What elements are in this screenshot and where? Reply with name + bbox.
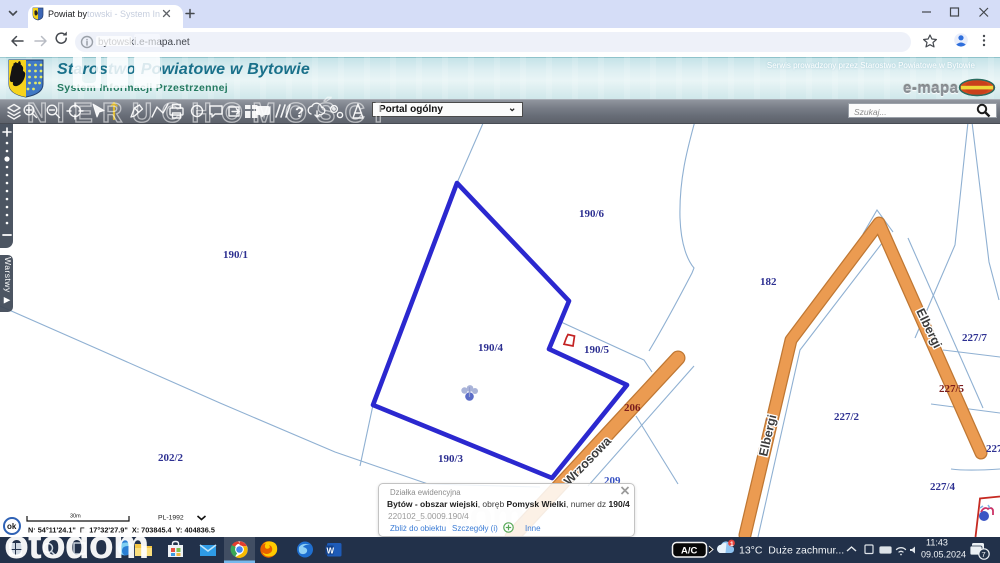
svg-text:227/2: 227/2: [834, 411, 860, 423]
svg-text:11:43: 11:43: [926, 538, 948, 548]
svg-text:190/6: 190/6: [579, 208, 605, 220]
svg-text:7: 7: [982, 550, 986, 559]
svg-text:A/C: A/C: [681, 546, 698, 557]
svg-text:202/2: 202/2: [158, 452, 184, 464]
svg-text:227/4: 227/4: [930, 481, 956, 493]
svg-text:190/5: 190/5: [584, 344, 610, 356]
svg-text:09.05.2024: 09.05.2024: [921, 550, 966, 560]
svg-text:182: 182: [760, 276, 777, 288]
svg-text:190/3: 190/3: [438, 453, 464, 465]
svg-text:227/5: 227/5: [939, 383, 965, 395]
svg-text:PL-1992: PL-1992: [158, 515, 184, 522]
svg-text:227: 227: [986, 443, 1000, 455]
svg-text:227/7: 227/7: [962, 332, 988, 344]
svg-text:Elbergi: Elbergi: [913, 306, 944, 350]
svg-text:190/4: 190/4: [478, 342, 504, 354]
svg-text:190/1: 190/1: [223, 249, 248, 261]
svg-text:Elbergi: Elbergi: [756, 413, 779, 457]
svg-text:1: 1: [730, 541, 734, 548]
svg-text:13°C Duże zachmur...: 13°C Duże zachmur...: [739, 545, 844, 557]
svg-text:206: 206: [624, 402, 641, 414]
svg-text:W: W: [327, 547, 335, 556]
svg-text:30m: 30m: [70, 514, 81, 520]
